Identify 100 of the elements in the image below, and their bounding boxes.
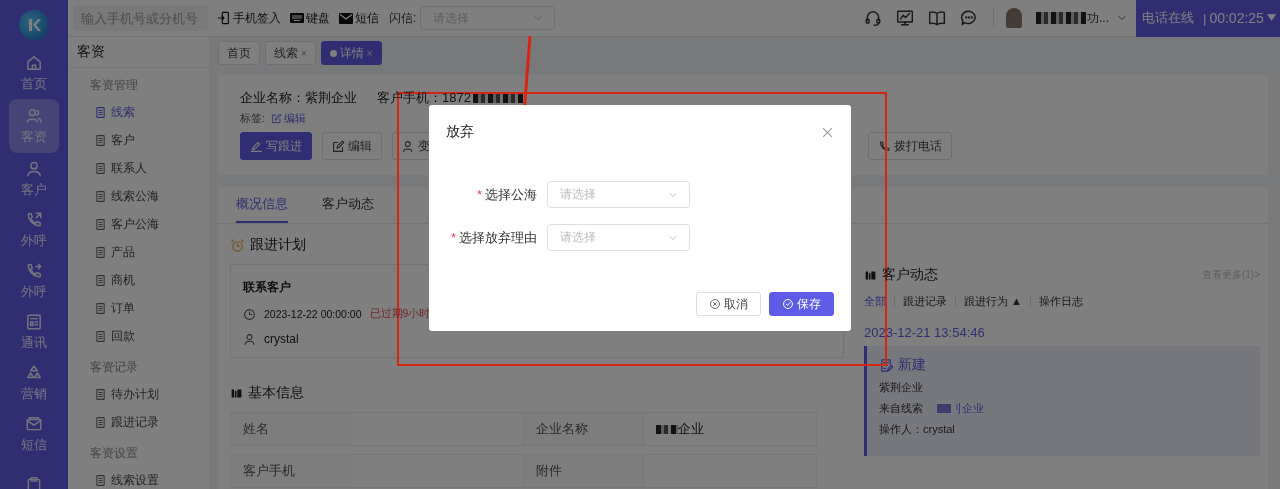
edit-icon — [332, 139, 345, 153]
sidebar-group-title: 客资记录 — [90, 360, 138, 374]
sidebar-item[interactable]: 产品 — [68, 238, 209, 266]
close-button[interactable] — [821, 125, 834, 139]
document-icon — [94, 217, 107, 231]
chat-button[interactable] — [960, 9, 978, 27]
sidebar-item[interactable]: 待办计划 — [68, 380, 209, 408]
sidebar-item[interactable]: 线索公海 — [68, 182, 209, 210]
activity-company: 紫荆企业 — [879, 380, 924, 395]
field-label: * 选择放弃理由 — [449, 228, 537, 247]
book-button[interactable] — [928, 9, 946, 27]
page-tab[interactable]: 首页 — [218, 41, 260, 65]
check-circle-icon — [782, 298, 794, 310]
dialog-title: 放弃 — [446, 123, 474, 141]
action-button[interactable]: 编辑 — [322, 132, 382, 160]
person-icon — [25, 159, 43, 178]
page-tab[interactable]: 详情 × — [320, 41, 382, 65]
document-icon — [94, 133, 107, 147]
activity-title: 新建 — [898, 356, 926, 374]
keyboard-icon — [290, 13, 304, 23]
avatar-icon — [1006, 8, 1022, 28]
sidebar-item[interactable]: 商机 — [68, 266, 209, 294]
company-name: 企业名称：紫荆企业 — [240, 89, 357, 107]
clipboard-icon — [25, 476, 43, 489]
chart-block-icon — [230, 386, 243, 400]
nav-item[interactable]: 客户 — [9, 154, 59, 204]
edit-icon — [271, 113, 283, 124]
document-icon — [94, 301, 107, 315]
toolbar-button[interactable]: 键盘 — [290, 9, 330, 27]
nav-item[interactable]: 营销 — [9, 358, 59, 408]
sidebar-item[interactable]: 回款 — [68, 322, 209, 350]
detail-tab[interactable]: 客户动态 — [322, 187, 374, 223]
close-icon — [821, 125, 834, 139]
contacts-icon — [25, 312, 43, 331]
field-label: * 选择公海 — [475, 185, 537, 204]
source-link[interactable]: 刂企业 — [951, 401, 984, 416]
chat-bubble-icon — [960, 9, 978, 27]
pen-icon — [250, 139, 263, 153]
monitor-chart-icon — [896, 9, 914, 27]
nav-item[interactable]: 外呼 — [9, 205, 59, 255]
document-icon — [94, 387, 107, 401]
toolbar-button[interactable]: 手机签入 — [217, 9, 281, 27]
sidebar-item[interactable]: 客户 — [68, 126, 209, 154]
document-icon — [94, 105, 107, 119]
phone-outgoing-icon — [25, 210, 43, 229]
logo-icon — [19, 10, 49, 40]
nav-item[interactable]: 外呼 — [9, 256, 59, 306]
detail-tab[interactable]: 概况信息 — [236, 187, 288, 223]
phone-icon — [878, 139, 891, 153]
save-button[interactable]: 保存 — [769, 292, 834, 316]
table-label-cell: 姓名 — [230, 412, 351, 446]
redacted-block — [472, 93, 523, 103]
envelope-icon — [25, 414, 43, 433]
table-label-cell: 企业名称 — [523, 412, 644, 446]
person-icon — [243, 332, 256, 346]
sidebar-item[interactable]: 客户公海 — [68, 210, 209, 238]
person-icon — [402, 139, 415, 153]
page-tab[interactable]: 线索 × — [265, 41, 316, 65]
sidebar-item[interactable]: 线索 — [68, 98, 209, 126]
toolbar-button[interactable]: 短信 — [339, 9, 379, 27]
filter-tab[interactable]: 操作日志 — [1038, 294, 1083, 309]
tags-label: 标签: — [240, 111, 266, 126]
call-button[interactable]: 拨打电话 — [868, 132, 952, 160]
filter-tab[interactable]: 跟进记录 — [903, 294, 947, 309]
phone-forward-icon — [25, 261, 43, 280]
alarm-clock-icon — [230, 237, 245, 253]
document-icon — [94, 245, 107, 259]
source-label: 来自线索 — [879, 401, 923, 416]
sidebar-item[interactable]: 线索设置 — [68, 466, 209, 489]
chart-block-icon — [864, 268, 877, 282]
caret-icon — [1266, 14, 1276, 22]
table-label-cell: 客户手机 — [230, 454, 351, 488]
section-title: 基本信息 — [248, 384, 304, 402]
envelope-icon — [339, 12, 353, 24]
plan-title: 联系客户 — [243, 279, 292, 296]
redacted-block — [937, 404, 951, 413]
plan-time: 2023-12-22 00:00:00 — [264, 308, 362, 320]
filter-tab[interactable]: 全部 — [864, 294, 886, 309]
sidebar-item[interactable]: 订单 — [68, 294, 209, 322]
headset-button[interactable] — [864, 9, 882, 27]
sidebar-item[interactable]: 联系人 — [68, 154, 209, 182]
filter-tab[interactable]: 跟进行为 ▲ — [964, 294, 1022, 309]
cancel-button[interactable]: 取消 — [696, 292, 761, 316]
redacted-block — [1036, 12, 1086, 24]
nav-item[interactable]: 通讯 — [9, 307, 59, 357]
table-value-cell: 企业 — [643, 412, 817, 446]
nav-item[interactable]: 短信 — [9, 409, 59, 459]
document-icon — [94, 161, 107, 175]
home-icon — [25, 53, 43, 72]
book-icon — [928, 9, 946, 27]
operator-text: 操作人：crystal — [879, 422, 956, 437]
clock-icon — [243, 307, 256, 321]
edit-tags-link[interactable]: 编辑 — [271, 111, 307, 126]
section-title: 跟进计划 — [250, 236, 306, 254]
action-button[interactable]: 写跟进 — [240, 132, 312, 160]
call-status-button[interactable]: 电话在线 | 00:02:25 — [1136, 0, 1280, 37]
sidebar-item[interactable]: 跟进记录 — [68, 408, 209, 436]
document-icon — [94, 189, 107, 203]
document-edit-icon — [879, 357, 894, 373]
monitor-button[interactable] — [896, 9, 914, 27]
